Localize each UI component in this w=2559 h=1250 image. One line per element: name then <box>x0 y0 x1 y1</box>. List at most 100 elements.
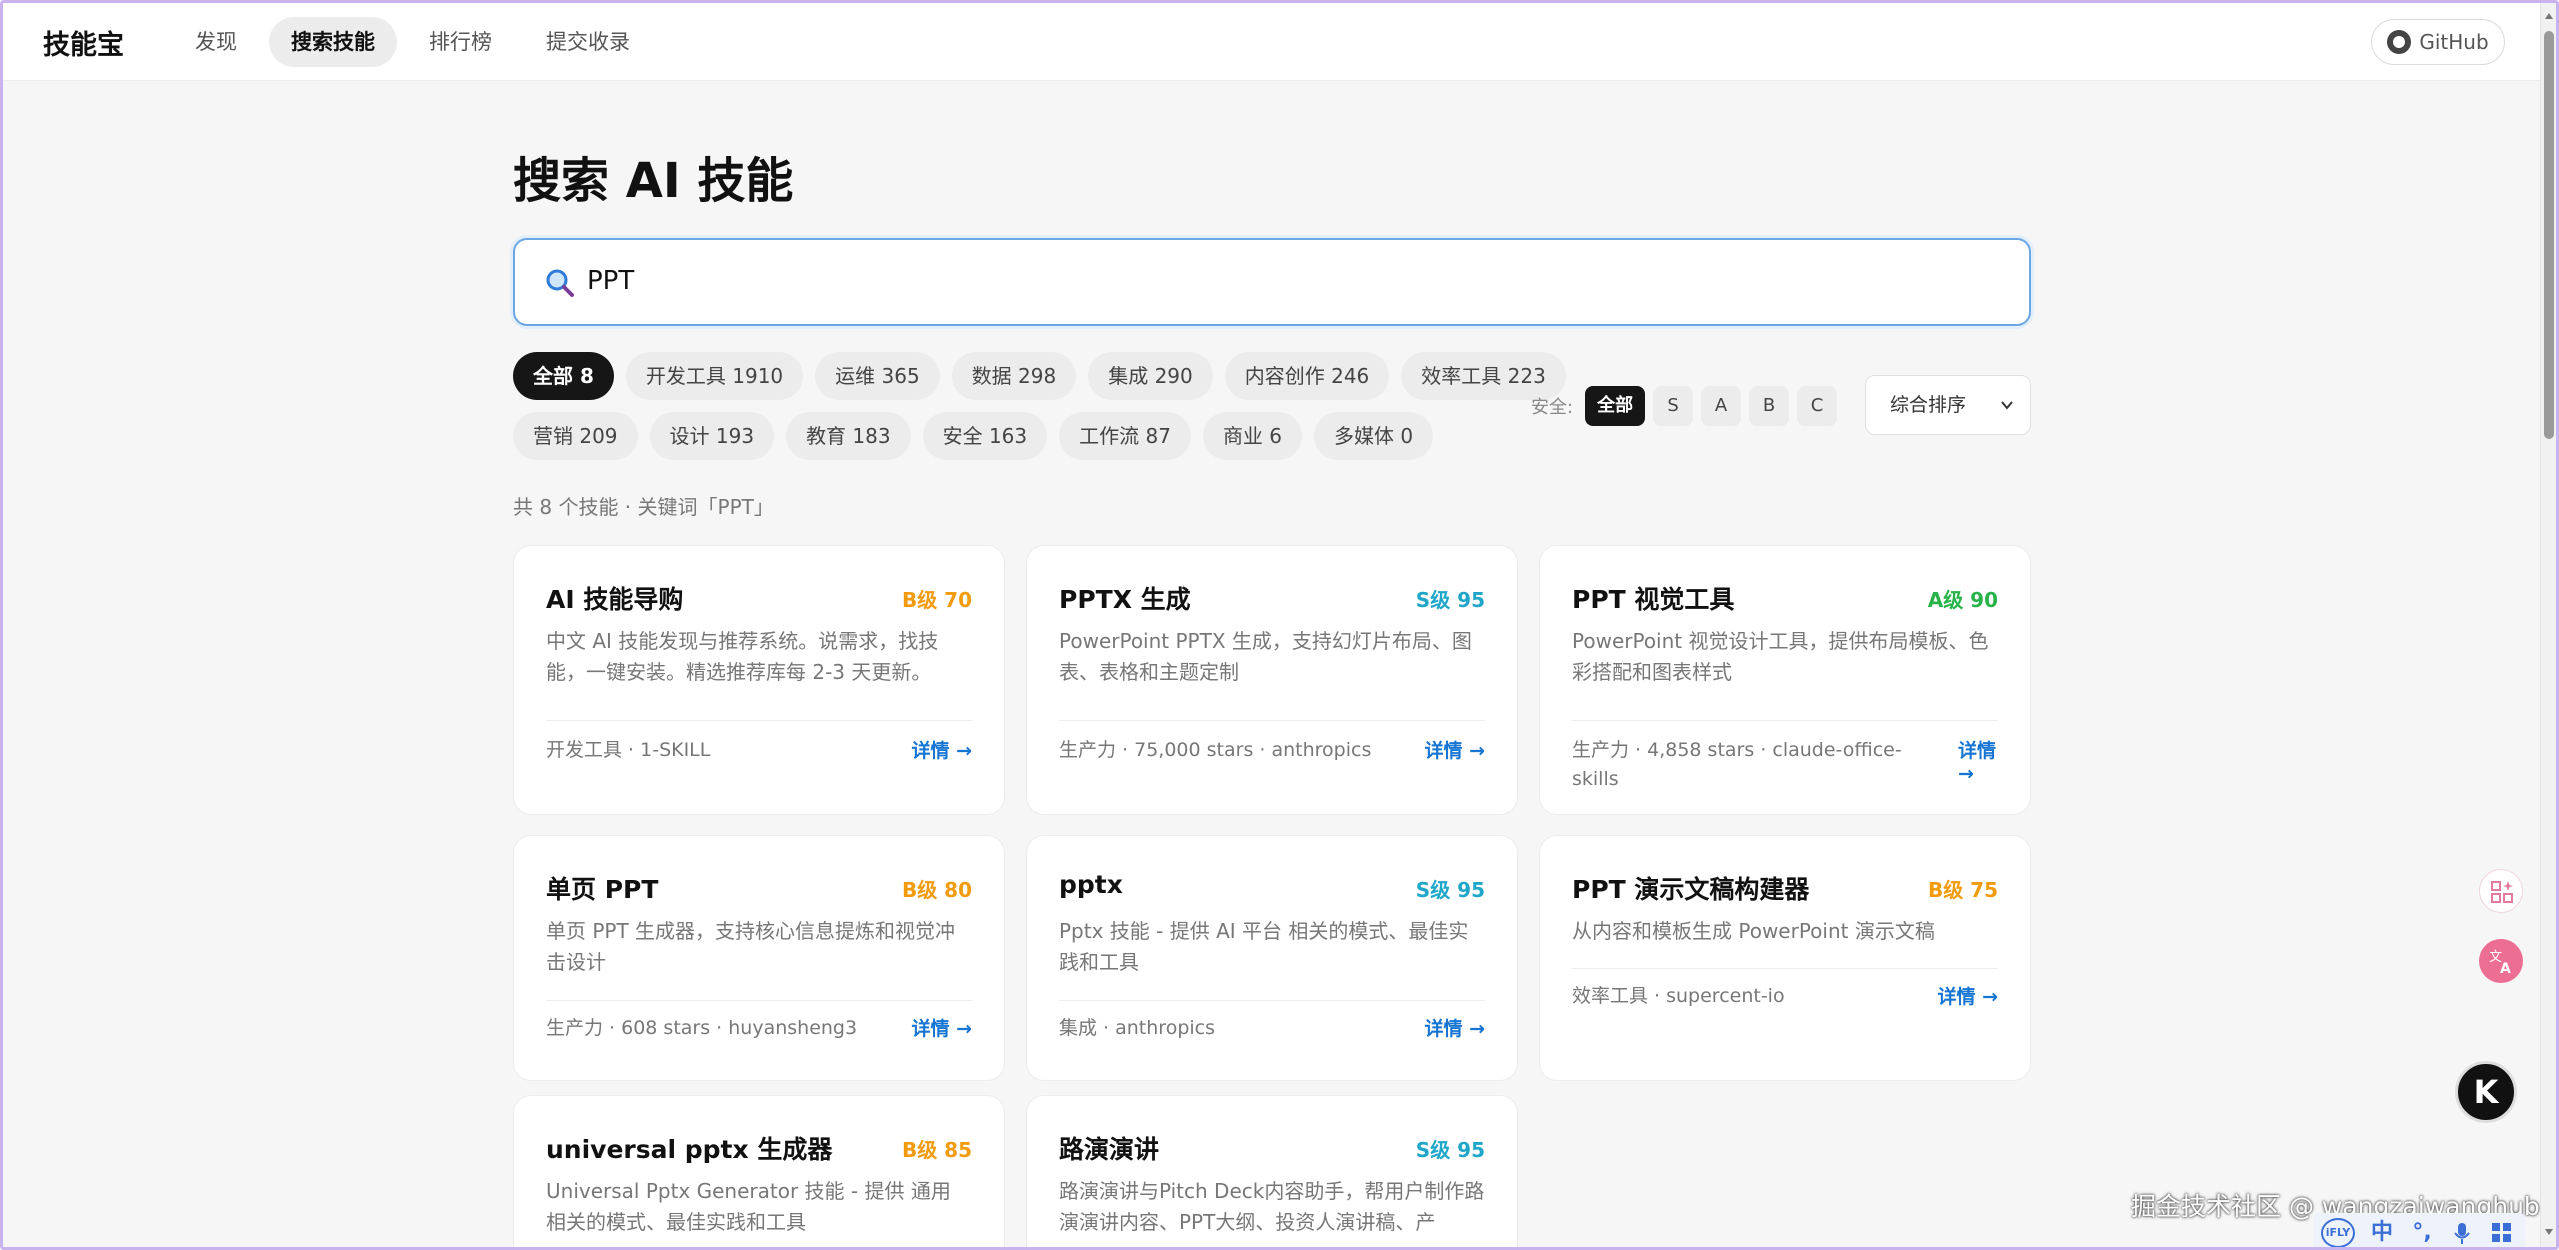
card-meta: 效率工具 · supercent-io <box>1572 985 1785 1007</box>
toolbox-icon[interactable] <box>2489 1220 2515 1246</box>
card-title[interactable]: AI 技能导购 <box>546 580 683 616</box>
card-meta: 开发工具 · 1-SKILL <box>546 739 711 761</box>
card-detail-link[interactable]: 详情 → <box>908 736 972 763</box>
card-title[interactable]: pptx <box>1059 870 1123 899</box>
safety-grade-all[interactable]: 全部 <box>1585 386 1646 426</box>
page-scrollbar[interactable] <box>2540 3 2556 1247</box>
nav-discover[interactable]: 发现 <box>173 17 259 67</box>
card-meta: 集成 · anthropics <box>1059 1017 1215 1039</box>
card-grade-badge: A级 90 <box>1927 588 1998 612</box>
microphone-icon[interactable] <box>2449 1220 2475 1246</box>
category-chip-education[interactable]: 教育 183 <box>786 412 911 460</box>
card-divider <box>546 1000 972 1001</box>
punctuation-icon[interactable]: °, <box>2409 1220 2435 1246</box>
category-chip-devtools[interactable]: 开发工具 1910 <box>625 352 804 400</box>
scroll-up-icon[interactable] <box>2544 11 2554 21</box>
card-description: 从内容和模板生成 PowerPoint 演示文稿 <box>1572 919 1935 943</box>
translate-icon: 文 A <box>2489 950 2511 977</box>
card-title[interactable]: 单页 PPT <box>546 870 658 906</box>
skill-card[interactable]: PPT 视觉工具 A级 90 PowerPoint 视觉设计工具，提供布局模板、… <box>1539 545 2031 815</box>
category-chip-business[interactable]: 商业 6 <box>1202 412 1303 460</box>
safety-grade-s[interactable]: S <box>1653 386 1694 426</box>
card-description: Universal Pptx Generator 技能 - 提供 通用 相关的模… <box>546 1179 951 1234</box>
card-detail-link[interactable]: 详情 → <box>908 1014 972 1041</box>
svg-text:A: A <box>2500 961 2511 977</box>
card-divider <box>1572 720 1998 721</box>
nav-leaderboard[interactable]: 排行榜 <box>407 17 514 67</box>
card-title[interactable]: PPT 演示文稿构建器 <box>1572 870 1809 906</box>
brand-logo[interactable]: 技能宝 <box>43 23 124 62</box>
card-grade-badge: S级 95 <box>1415 878 1485 902</box>
safety-grade-c[interactable]: C <box>1797 386 1838 426</box>
category-chip-content[interactable]: 内容创作 246 <box>1224 352 1390 400</box>
category-chip-workflow[interactable]: 工作流 87 <box>1059 412 1191 460</box>
k-avatar-button[interactable]: K <box>2455 1061 2517 1123</box>
github-button[interactable]: GitHub <box>2371 19 2505 65</box>
card-title[interactable]: 路演演讲 <box>1059 1130 1159 1166</box>
card-title[interactable]: PPTX 生成 <box>1059 580 1191 616</box>
card-grade-badge: B级 70 <box>901 588 972 612</box>
card-title[interactable]: PPT 视觉工具 <box>1572 580 1734 616</box>
safety-filter: 安全: 全部 S A B C <box>1531 386 1838 426</box>
category-chip-all[interactable]: 全部 8 <box>513 352 614 400</box>
safety-label: 安全: <box>1531 397 1574 418</box>
card-grade-badge: B级 75 <box>1927 878 1998 902</box>
skill-card[interactable]: universal pptx 生成器 B级 85 Universal Pptx … <box>513 1095 1005 1247</box>
skill-card[interactable]: 路演演讲 S级 95 路演演讲与Pitch Deck内容助手，帮用户制作路演演讲… <box>1026 1095 1518 1247</box>
card-divider <box>1572 968 1998 969</box>
search-value[interactable]: PPT <box>587 266 634 296</box>
card-detail-link[interactable]: 详情 → <box>1958 736 2018 785</box>
category-chip-ops[interactable]: 运维 365 <box>815 352 940 400</box>
category-chip-marketing[interactable]: 营销 209 <box>513 412 638 460</box>
safety-grade-a[interactable]: A <box>1701 386 1742 426</box>
category-filters: 全部 8 开发工具 1910 运维 365 数据 298 集成 290 内容创作… <box>513 352 1566 472</box>
card-description: 单页 PPT 生成器，支持核心信息提炼和视觉冲击设计 <box>546 919 956 974</box>
card-detail-link[interactable]: 详情 → <box>1421 1014 1485 1041</box>
skill-card[interactable]: 单页 PPT B级 80 单页 PPT 生成器，支持核心信息提炼和视觉冲击设计 … <box>513 835 1005 1081</box>
card-grade-badge: B级 85 <box>901 1138 972 1162</box>
card-detail-link[interactable]: 详情 → <box>1421 736 1485 763</box>
card-title[interactable]: universal pptx 生成器 <box>546 1130 832 1166</box>
category-chip-security[interactable]: 安全 163 <box>922 412 1048 460</box>
scrollbar-thumb[interactable] <box>2544 31 2554 439</box>
search-input[interactable]: PPT <box>513 238 2031 326</box>
card-divider <box>1059 1000 1485 1001</box>
github-label: GitHub <box>2419 30 2489 54</box>
chevron-down-icon <box>2001 401 2013 410</box>
github-icon <box>2387 30 2412 54</box>
category-chip-multimedia[interactable]: 多媒体 0 <box>1314 412 1434 460</box>
card-grade-badge: B级 80 <box>901 878 972 902</box>
scroll-down-icon[interactable] <box>2544 1227 2554 1237</box>
card-meta: 生产力 · 75,000 stars · anthropics <box>1059 739 1372 761</box>
card-grade-badge: S级 95 <box>1415 1138 1485 1162</box>
card-divider <box>546 720 972 721</box>
category-row-2: 营销 209 设计 193 教育 183 安全 163 工作流 87 商业 6 … <box>513 412 1513 460</box>
input-method-toolbar: iFLY 中 °, <box>2313 1213 2525 1247</box>
category-row-1: 全部 8 开发工具 1910 运维 365 数据 298 集成 290 内容创作… <box>513 352 1566 400</box>
skill-card[interactable]: PPTX 生成 S级 95 PowerPoint PPTX 生成，支持幻灯片布局… <box>1026 545 1518 815</box>
nav-submit[interactable]: 提交收录 <box>524 17 652 67</box>
card-description: 中文 AI 技能发现与推荐系统。说需求，找技能，一键安装。精选推荐库每 2-3 … <box>546 629 939 684</box>
sort-selected-value: 综合排序 <box>1890 394 1967 416</box>
sort-select[interactable]: 综合排序 <box>1865 375 2031 435</box>
card-divider <box>1059 720 1485 721</box>
nav-search-skills[interactable]: 搜索技能 <box>269 17 397 67</box>
top-nav-bar: 技能宝 发现 搜索技能 排行榜 提交收录 GitHub <box>3 3 2543 81</box>
skill-card[interactable]: AI 技能导购 B级 70 中文 AI 技能发现与推荐系统。说需求，找技能，一键… <box>513 545 1005 815</box>
skill-card[interactable]: PPT 演示文稿构建器 B级 75 从内容和模板生成 PowerPoint 演示… <box>1539 835 2031 1081</box>
ai-tools-float-button[interactable] <box>2479 869 2523 913</box>
safety-grade-b[interactable]: B <box>1749 386 1790 426</box>
results-summary: 共 8 个技能 · 关键词「PPT」 <box>513 495 774 519</box>
translate-float-button[interactable]: 文 A <box>2479 939 2523 983</box>
category-chip-design[interactable]: 设计 193 <box>649 412 775 460</box>
card-detail-link[interactable]: 详情 → <box>1934 982 1998 1009</box>
category-chip-data[interactable]: 数据 298 <box>951 352 1077 400</box>
chinese-mode-button[interactable]: 中 <box>2369 1220 2395 1246</box>
card-description: PowerPoint PPTX 生成，支持幻灯片布局、图表、表格和主题定制 <box>1059 629 1472 684</box>
main-nav: 发现 搜索技能 排行榜 提交收录 <box>173 17 652 67</box>
card-description: PowerPoint 视觉设计工具，提供布局模板、色彩搭配和图表样式 <box>1572 629 1989 684</box>
ifly-logo-icon[interactable]: iFLY <box>2321 1218 2355 1247</box>
card-meta: 生产力 · 608 stars · huyansheng3 <box>546 1017 858 1039</box>
category-chip-integration[interactable]: 集成 290 <box>1088 352 1213 400</box>
skill-card[interactable]: pptx S级 95 Pptx 技能 - 提供 AI 平台 相关的模式、最佳实践… <box>1026 835 1518 1081</box>
